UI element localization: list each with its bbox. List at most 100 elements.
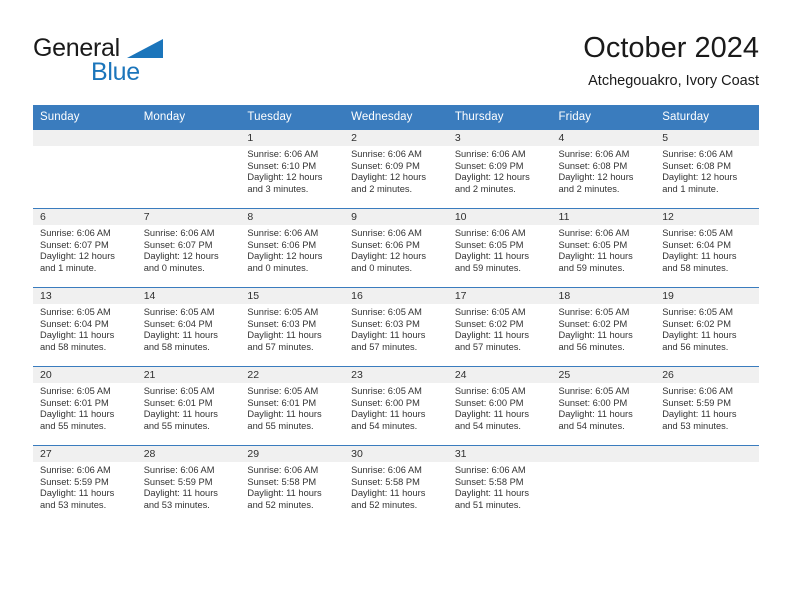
sunrise-time: Sunrise: 6:06 AM — [351, 465, 422, 475]
weekday-header-tuesday: Tuesday — [240, 105, 345, 130]
daylight-duration: Daylight: 11 hours and 58 minutes. — [40, 330, 115, 352]
calendar-day-cell[interactable]: 25 Sunrise: 6:05 AM Sunset: 6:00 PM Dayligh… — [551, 366, 656, 446]
sunrise-time: Sunrise: 6:06 AM — [662, 149, 734, 159]
calendar-day-cell[interactable]: 18 Sunrise: 6:05 AM Sunset: 6:02 PM Dayligh… — [551, 287, 656, 367]
calendar-day-cell[interactable]: 24 Sunrise: 6:05 AM Sunset: 6:00 PM Dayligh… — [447, 366, 552, 446]
day-sun-info: Sunrise: 6:05 AM Sunset: 6:00 PM Daylight:… — [448, 383, 552, 432]
daylight-duration: Daylight: 11 hours and 57 minutes. — [351, 330, 426, 352]
calendar-day-cell[interactable]: 16 Sunrise: 6:05 AM Sunset: 6:03 PM Dayligh… — [344, 287, 448, 367]
day-sun-info: Sunrise: 6:05 AM Sunset: 6:01 PM Daylight:… — [240, 383, 344, 432]
day-number — [136, 130, 241, 146]
calendar-day-cell[interactable]: 8 Sunrise: 6:06 AM Sunset: 6:06 PM Daylight… — [240, 208, 345, 288]
day-sun-info: Sunrise: 6:05 AM Sunset: 6:02 PM Daylight:… — [655, 304, 759, 353]
day-cell-inner: 12 Sunrise: 6:05 AM Sunset: 6:04 PM Dayligh… — [655, 209, 759, 287]
day-cell-inner: 27 Sunrise: 6:06 AM Sunset: 5:59 PM Dayligh… — [33, 446, 137, 524]
sunset-time: Sunset: 6:10 PM — [247, 160, 317, 171]
day-number: 20 — [33, 367, 137, 383]
calendar-day-cell[interactable]: 22 Sunrise: 6:05 AM Sunset: 6:01 PM Dayligh… — [240, 366, 345, 446]
calendar-day-cell[interactable]: 23 Sunrise: 6:05 AM Sunset: 6:00 PM Dayligh… — [344, 366, 448, 446]
calendar-day-cell[interactable]: 30 Sunrise: 6:06 AM Sunset: 5:58 PM Dayligh… — [344, 445, 448, 524]
sunset-time: Sunset: 5:59 PM — [662, 397, 731, 408]
sunrise-time: Sunrise: 6:05 AM — [351, 307, 422, 317]
calendar-day-cell[interactable]: 27 Sunrise: 6:06 AM Sunset: 5:59 PM Dayligh… — [33, 445, 137, 524]
daylight-duration: Daylight: 11 hours and 51 minutes. — [454, 488, 530, 510]
sunrise-time: Sunrise: 6:06 AM — [40, 228, 111, 238]
day-cell-inner — [551, 446, 656, 524]
general-blue-logo[interactable]: General Blue — [33, 35, 233, 95]
sunrise-time: Sunrise: 6:05 AM — [247, 386, 319, 396]
daylight-duration: Daylight: 11 hours and 58 minutes. — [662, 251, 737, 273]
calendar-day-cell[interactable]: 28 Sunrise: 6:06 AM Sunset: 5:59 PM Dayligh… — [136, 445, 241, 524]
calendar-day-cell[interactable]: 11 Sunrise: 6:06 AM Sunset: 6:05 PM Dayligh… — [551, 208, 656, 288]
sunrise-time: Sunrise: 6:06 AM — [558, 228, 630, 238]
calendar-day-cell[interactable]: 26 Sunrise: 6:06 AM Sunset: 5:59 PM Dayligh… — [655, 366, 759, 446]
day-number: 19 — [655, 288, 759, 304]
calendar-day-cell[interactable]: 9 Sunrise: 6:06 AM Sunset: 6:06 PM Daylight… — [344, 208, 448, 288]
calendar-day-cell[interactable]: 17 Sunrise: 6:05 AM Sunset: 6:02 PM Dayligh… — [447, 287, 552, 367]
sunset-time: Sunset: 6:00 PM — [558, 397, 628, 408]
day-number: 13 — [33, 288, 137, 304]
sunset-time: Sunset: 6:06 PM — [247, 239, 317, 250]
daylight-duration: Daylight: 11 hours and 55 minutes. — [40, 409, 115, 431]
day-sun-info: Sunrise: 6:05 AM Sunset: 6:01 PM Daylight:… — [33, 383, 137, 432]
day-number: 27 — [33, 446, 137, 462]
sunset-time: Sunset: 6:09 PM — [454, 160, 524, 171]
day-cell-inner — [136, 130, 241, 208]
day-number: 8 — [240, 209, 345, 225]
daylight-duration: Daylight: 12 hours and 2 minutes. — [351, 172, 427, 194]
sunset-time: Sunset: 5:59 PM — [40, 476, 109, 487]
daylight-duration: Daylight: 11 hours and 58 minutes. — [143, 330, 218, 352]
day-number: 10 — [447, 209, 552, 225]
calendar-day-cell[interactable]: 20 Sunrise: 6:05 AM Sunset: 6:01 PM Dayligh… — [33, 366, 137, 446]
day-number — [551, 446, 656, 462]
calendar-day-cell[interactable]: 31 Sunrise: 6:06 AM Sunset: 5:58 PM Dayligh… — [447, 445, 552, 524]
logo-triangle-icon — [127, 39, 163, 58]
day-number: 26 — [655, 367, 759, 383]
sunset-time: Sunset: 6:00 PM — [454, 397, 524, 408]
calendar-grid: Sunday Monday Tuesday Wednesday Thursday… — [33, 105, 759, 524]
calendar-day-cell[interactable]: 4 Sunrise: 6:06 AM Sunset: 6:08 PM Daylight… — [551, 129, 656, 209]
calendar-day-cell[interactable]: 19 Sunrise: 6:05 AM Sunset: 6:02 PM Dayligh… — [655, 287, 759, 367]
calendar-day-cell[interactable]: 21 Sunrise: 6:05 AM Sunset: 6:01 PM Dayligh… — [136, 366, 241, 446]
day-number: 3 — [447, 130, 552, 146]
logo-text-blue: Blue — [91, 58, 140, 86]
calendar-day-cell[interactable]: 7 Sunrise: 6:06 AM Sunset: 6:07 PM Daylight… — [136, 208, 241, 288]
day-cell-inner: 18 Sunrise: 6:05 AM Sunset: 6:02 PM Dayligh… — [551, 288, 656, 366]
day-sun-info: Sunrise: 6:06 AM Sunset: 6:07 PM Daylight:… — [137, 225, 241, 274]
daylight-duration: Daylight: 11 hours and 54 minutes. — [351, 409, 426, 431]
daylight-duration: Daylight: 11 hours and 57 minutes. — [247, 330, 322, 352]
sunset-time: Sunset: 6:04 PM — [143, 318, 213, 329]
calendar-day-cell[interactable]: 2 Sunrise: 6:06 AM Sunset: 6:09 PM Daylight… — [344, 129, 448, 209]
calendar-day-cell[interactable]: 10 Sunrise: 6:06 AM Sunset: 6:05 PM Dayligh… — [447, 208, 552, 288]
calendar-day-cell[interactable]: 13 Sunrise: 6:05 AM Sunset: 6:04 PM Dayligh… — [33, 287, 137, 367]
calendar-day-cell[interactable]: 12 Sunrise: 6:05 AM Sunset: 6:04 PM Dayligh… — [655, 208, 759, 288]
sunset-time: Sunset: 6:02 PM — [454, 318, 524, 329]
calendar-day-cell[interactable]: 15 Sunrise: 6:05 AM Sunset: 6:03 PM Dayligh… — [240, 287, 345, 367]
daylight-duration: Daylight: 12 hours and 1 minute. — [40, 251, 115, 273]
calendar-day-cell[interactable]: 6 Sunrise: 6:06 AM Sunset: 6:07 PM Daylight… — [33, 208, 137, 288]
daylight-duration: Daylight: 11 hours and 57 minutes. — [454, 330, 530, 352]
day-sun-info: Sunrise: 6:06 AM Sunset: 5:59 PM Daylight:… — [137, 462, 241, 511]
weekday-header-sunday: Sunday — [33, 105, 137, 130]
day-cell-inner: 14 Sunrise: 6:05 AM Sunset: 6:04 PM Dayligh… — [136, 288, 241, 366]
calendar-day-cell[interactable]: 29 Sunrise: 6:06 AM Sunset: 5:58 PM Dayligh… — [240, 445, 345, 524]
weekday-header-wednesday: Wednesday — [344, 105, 448, 130]
day-number: 21 — [136, 367, 241, 383]
day-cell-inner: 31 Sunrise: 6:06 AM Sunset: 5:58 PM Dayligh… — [447, 446, 552, 524]
day-sun-info: Sunrise: 6:06 AM Sunset: 6:05 PM Daylight:… — [552, 225, 656, 274]
day-number: 22 — [240, 367, 345, 383]
calendar-day-cell[interactable]: 1 Sunrise: 6:06 AM Sunset: 6:10 PM Daylight… — [240, 129, 345, 209]
day-sun-info: Sunrise: 6:06 AM Sunset: 6:05 PM Daylight:… — [448, 225, 552, 274]
day-cell-inner — [33, 130, 137, 208]
day-sun-info: Sunrise: 6:06 AM Sunset: 6:07 PM Daylight:… — [33, 225, 137, 274]
sunset-time: Sunset: 5:59 PM — [143, 476, 213, 487]
sunrise-time: Sunrise: 6:06 AM — [247, 149, 319, 159]
calendar-day-cell[interactable]: 5 Sunrise: 6:06 AM Sunset: 6:08 PM Daylight… — [655, 129, 759, 209]
day-number: 24 — [447, 367, 552, 383]
day-cell-inner: 17 Sunrise: 6:05 AM Sunset: 6:02 PM Dayligh… — [447, 288, 552, 366]
day-sun-info: Sunrise: 6:06 AM Sunset: 6:08 PM Daylight:… — [655, 146, 759, 195]
calendar-day-cell[interactable]: 14 Sunrise: 6:05 AM Sunset: 6:04 PM Dayligh… — [136, 287, 241, 367]
day-sun-info: Sunrise: 6:06 AM Sunset: 5:58 PM Daylight:… — [448, 462, 552, 511]
calendar-day-cell[interactable]: 3 Sunrise: 6:06 AM Sunset: 6:09 PM Daylight… — [447, 129, 552, 209]
day-sun-info: Sunrise: 6:06 AM Sunset: 5:59 PM Daylight:… — [655, 383, 759, 432]
